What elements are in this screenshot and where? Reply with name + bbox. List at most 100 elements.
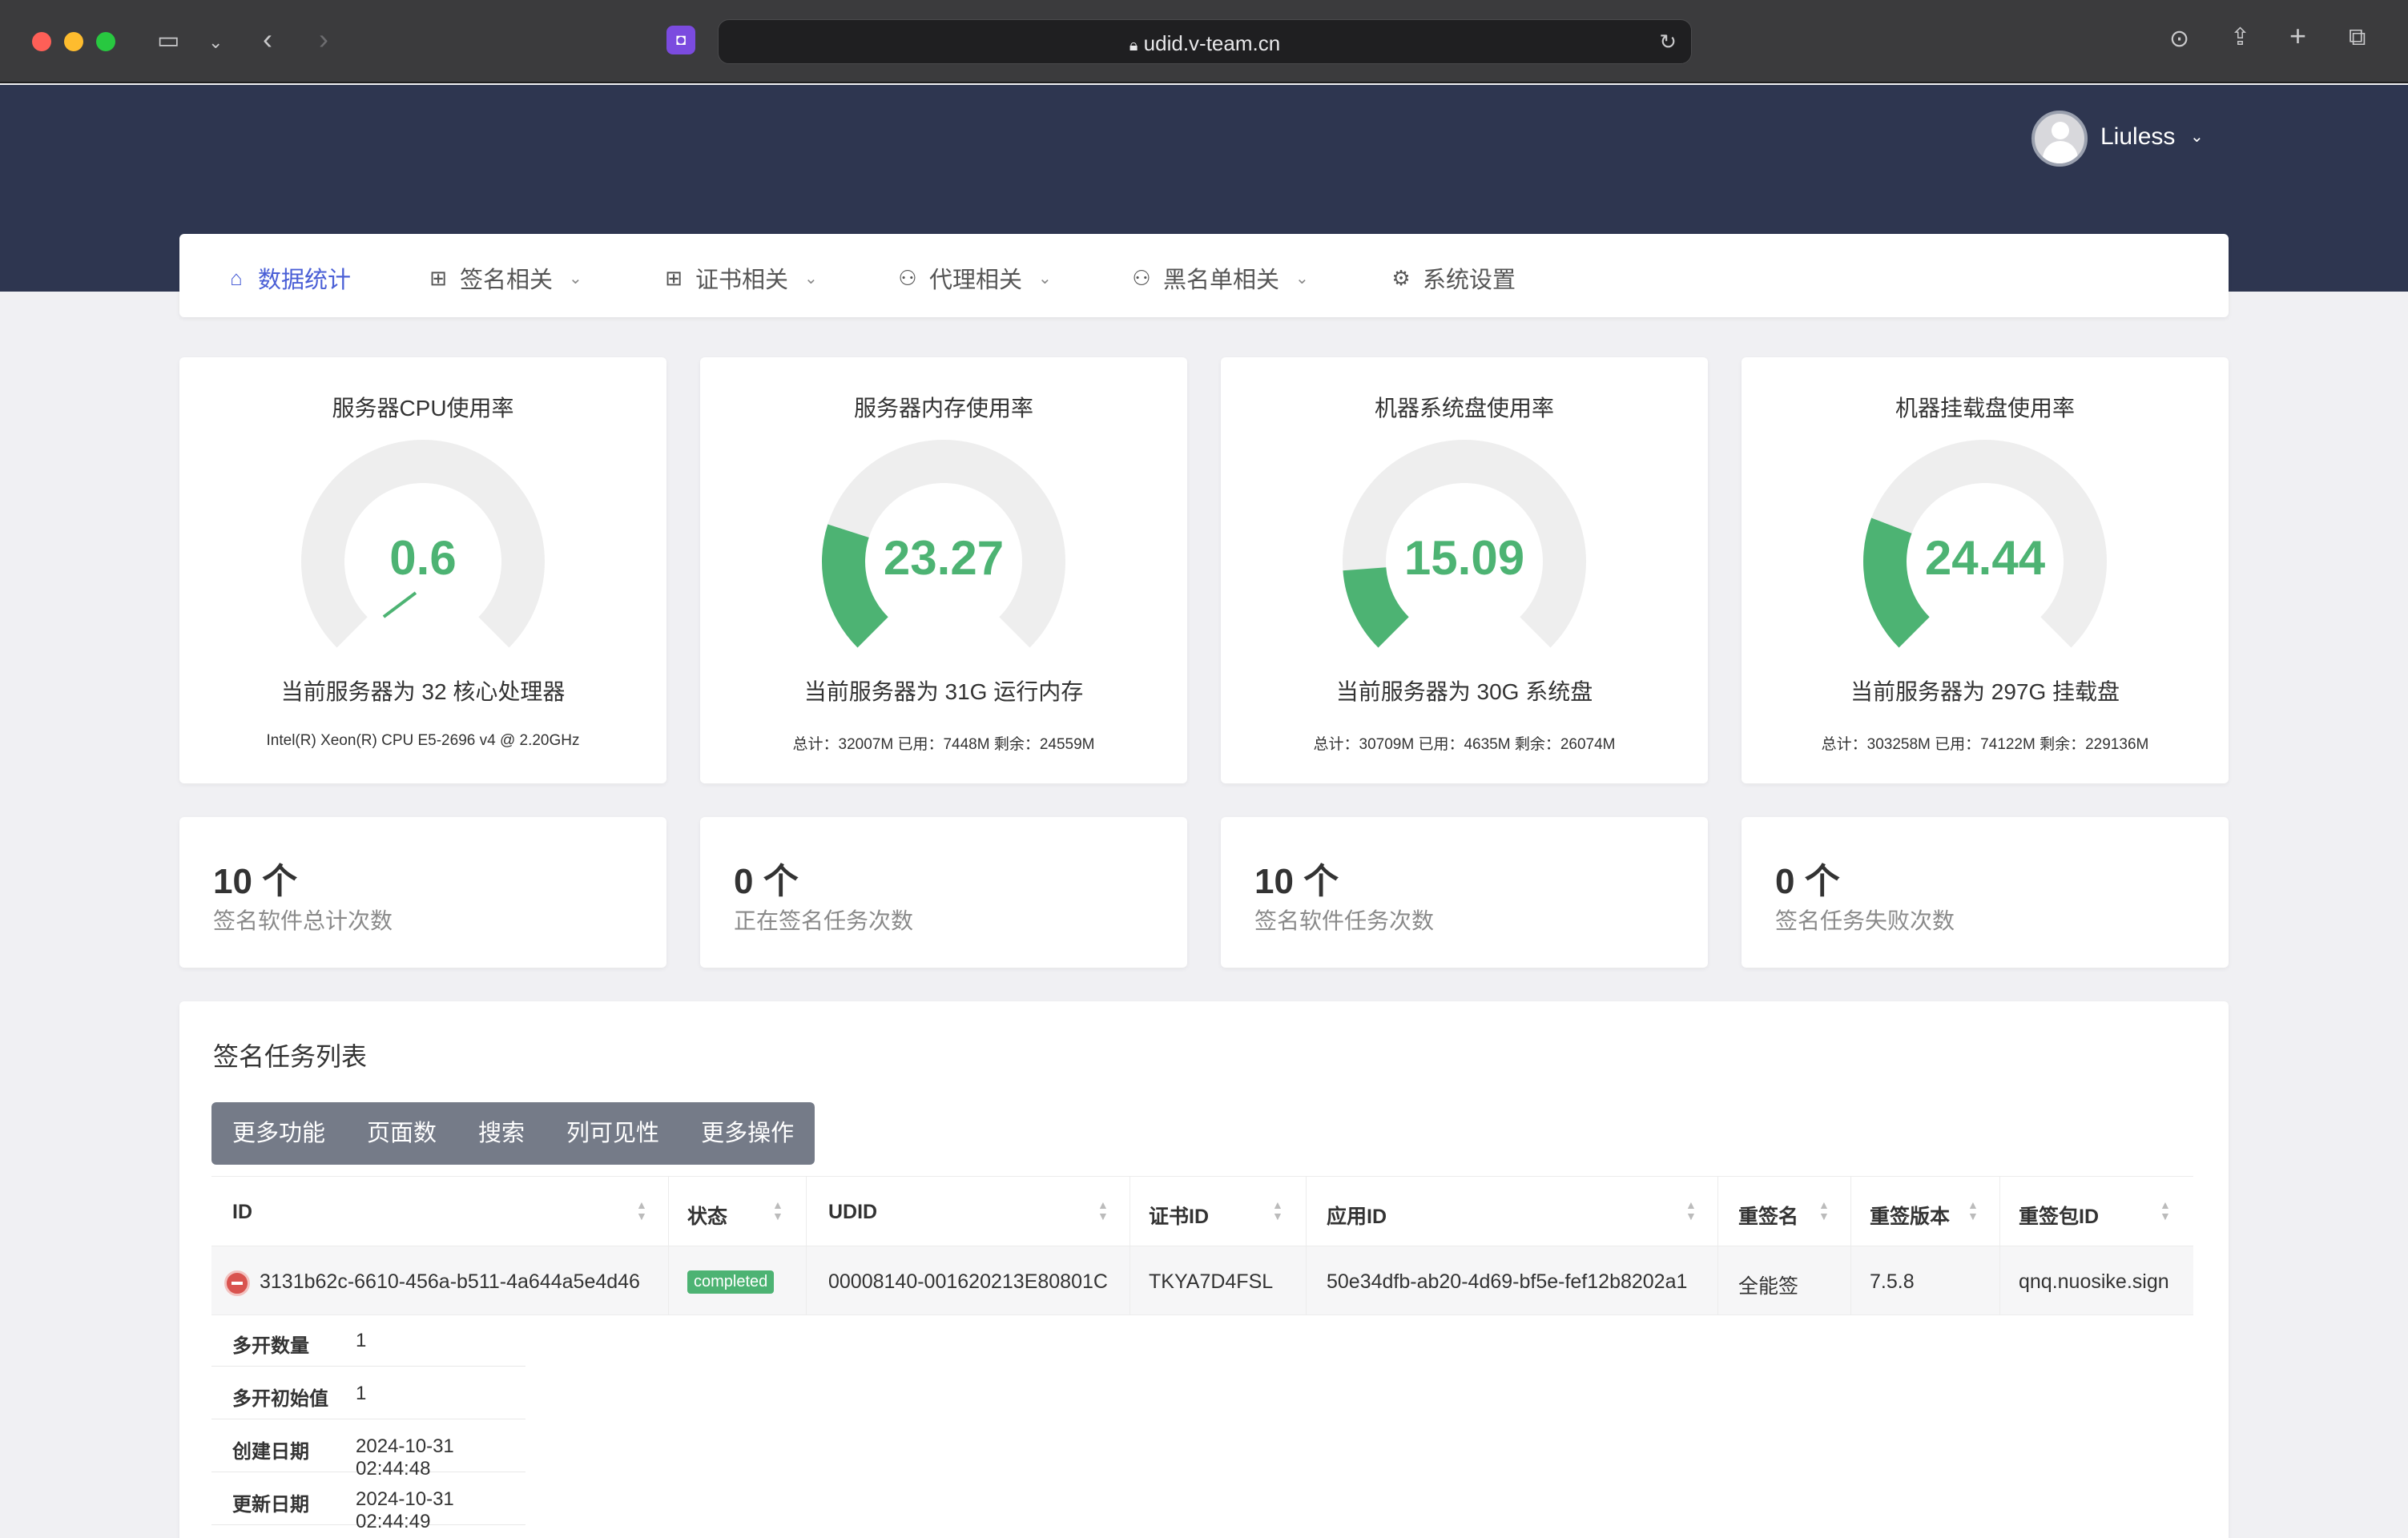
maximize-window-button[interactable] — [96, 32, 115, 51]
lock-icon: 🔒︎ — [1129, 37, 1138, 54]
page-size-button[interactable]: 页面数 — [346, 1102, 457, 1165]
nav-item-dashboard[interactable]: ⌂ 数据统计 — [224, 261, 351, 295]
gauge-description: 当前服务器为 30G 系统盘 — [1335, 679, 1593, 704]
detail-key: 多开初始值 — [232, 1388, 328, 1410]
stat-card-failed-tasks: 0 个 签名任务失败次数 — [1742, 817, 2229, 968]
detail-value: 2024-10-31 02:44:49 — [356, 1488, 454, 1532]
chevron-down-icon[interactable]: ⌄ — [2190, 127, 2204, 147]
gauge-description: 当前服务器为 297G 挂载盘 — [1850, 679, 2120, 704]
stat-label: 签名软件任务次数 — [1254, 908, 1435, 933]
address-bar[interactable]: 🔒︎ udid.v-team.cn ↻ — [718, 19, 1692, 64]
sort-icon[interactable]: ▲ ▼ — [772, 1199, 783, 1222]
url-text: 🔒︎ udid.v-team.cn — [1129, 31, 1281, 55]
back-icon[interactable]: ‹ — [263, 25, 272, 54]
task-list-card: 签名任务列表 更多功能 页面数 搜索 列可见性 更多操作 ID ▲ ▼ 状态 ▲ ▼… — [179, 1001, 2229, 1538]
users-icon: ⚇ — [898, 265, 917, 290]
stat-card-sign-tasks: 10 个 签名软件任务次数 — [1221, 817, 1708, 968]
column-header-udid[interactable]: UDID — [828, 1201, 877, 1224]
sort-icon[interactable]: ▲ ▼ — [1097, 1199, 1109, 1222]
chevron-down-icon[interactable]: ⌄ — [208, 30, 223, 54]
detail-value: 1 — [356, 1330, 367, 1351]
stat-card-signing-now: 0 个 正在签名任务次数 — [700, 817, 1187, 968]
minimize-window-button[interactable] — [64, 32, 83, 51]
column-header-cert-id[interactable]: 证书ID — [1149, 1201, 1209, 1230]
column-header-resign-bundle[interactable]: 重签包ID — [2019, 1201, 2099, 1230]
cell-resign-bundle: qnq.nuosike.sign — [2019, 1270, 2169, 1293]
nav-item-agents[interactable]: ⚇ 代理相关 ⌄ — [896, 261, 1052, 295]
column-header-resign-version[interactable]: 重签版本 — [1870, 1201, 1950, 1230]
grid-icon: ⊞ — [429, 265, 447, 290]
new-tab-icon[interactable]: + — [2289, 22, 2306, 50]
nav-item-signing[interactable]: ⊞ 签名相关 ⌄ — [426, 261, 582, 295]
cell-cert-id: TKYA7D4FSL — [1149, 1270, 1274, 1293]
share-icon[interactable]: ⇪ — [2230, 26, 2250, 50]
table-header: ID ▲ ▼ 状态 ▲ ▼ UDID ▲ ▼ 证书ID ▲ ▼ 应用ID ▲ ▼ 重签名 … — [211, 1176, 2193, 1247]
sort-icon[interactable]: ▲ ▼ — [1967, 1199, 1979, 1222]
username[interactable]: Liuless — [2100, 123, 2175, 151]
stat-label: 签名任务失败次数 — [1775, 908, 1955, 933]
column-header-app-id[interactable]: 应用ID — [1327, 1201, 1387, 1230]
tabs-overview-icon[interactable]: ⧉ — [2349, 26, 2366, 50]
gauge-title: 机器挂载盘使用率 — [1895, 396, 2075, 421]
nav-item-blacklist[interactable]: ⚇ 黑名单相关 ⌄ — [1130, 261, 1308, 295]
table-toolbar: 更多功能 页面数 搜索 列可见性 更多操作 — [211, 1102, 815, 1165]
users-icon: ⚇ — [1132, 265, 1151, 290]
column-visibility-button[interactable]: 列可见性 — [546, 1102, 680, 1165]
close-window-button[interactable] — [32, 32, 51, 51]
gauge-title: 服务器CPU使用率 — [332, 396, 514, 421]
nav-item-label: 数据统计 — [258, 268, 352, 293]
gauge-description: 当前服务器为 31G 运行内存 — [803, 679, 1084, 704]
extension-icon[interactable]: ◘ — [666, 26, 695, 54]
gauge-description: 当前服务器为 32 核心处理器 — [280, 679, 566, 704]
task-table: ID ▲ ▼ 状态 ▲ ▼ UDID ▲ ▼ 证书ID ▲ ▼ 应用ID ▲ ▼ 重签名 … — [211, 1176, 2193, 1315]
status-badge: completed — [687, 1270, 775, 1294]
browser-toolbar: ▭ ⌄ ‹ › ◘ 🔒︎ udid.v-team.cn ↻ ⊙ ⇪ + ⧉ — [0, 0, 2408, 83]
chevron-down-icon: ⌄ — [804, 269, 818, 288]
stat-value: 0 个 — [734, 862, 799, 901]
chevron-down-icon: ⌄ — [1038, 269, 1052, 288]
gauge-card-system-disk: 机器系统盘使用率 15.09 当前服务器为 30G 系统盘 总计：30709M … — [1221, 357, 1708, 783]
column-header-resign-name[interactable]: 重签名 — [1738, 1201, 1798, 1230]
sort-icon[interactable]: ▲ ▼ — [636, 1199, 647, 1222]
search-button[interactable]: 搜索 — [457, 1102, 546, 1165]
cell-resign-name: 全能签 — [1738, 1275, 1799, 1298]
sort-icon[interactable]: ▲ ▼ — [1272, 1199, 1283, 1222]
gauge-detail: 总计：303258M 已用：74122M 剩余：229136M — [1821, 736, 2149, 753]
nav-item-settings[interactable]: ⚙ 系统设置 — [1389, 261, 1516, 295]
download-icon[interactable]: ⊙ — [2169, 27, 2189, 51]
row-details: 多开数量 1 多开初始值 1 创建日期 2024-10-31 02:44:48 … — [211, 1314, 2193, 1532]
nav-item-label: 证书相关 — [695, 268, 789, 293]
more-actions-button[interactable]: 更多操作 — [680, 1102, 815, 1165]
forward-icon[interactable]: › — [319, 25, 328, 54]
sort-icon[interactable]: ▲ ▼ — [1685, 1199, 1697, 1222]
main-nav: ⌂ 数据统计 ⊞ 签名相关 ⌄ ⊞ 证书相关 ⌄ ⚇ 代理相关 ⌄ ⚇ 黑名单相… — [179, 234, 2229, 317]
reload-icon[interactable]: ↻ — [1659, 30, 1677, 54]
nav-item-label: 系统设置 — [1423, 268, 1516, 293]
stat-label: 正在签名任务次数 — [734, 908, 914, 933]
cell-app-id: 50e34dfb-ab20-4d69-bf5e-fef12b8202a1 — [1327, 1270, 1688, 1293]
chevron-down-icon: ⌄ — [569, 269, 582, 288]
gauge-detail: Intel(R) Xeon(R) CPU E5-2696 v4 @ 2.20GH… — [266, 732, 580, 749]
cell-resign-version: 7.5.8 — [1870, 1270, 1915, 1293]
column-header-status[interactable]: 状态 — [687, 1201, 727, 1230]
sort-icon[interactable]: ▲ ▼ — [2160, 1199, 2171, 1222]
detail-row: 更新日期 2024-10-31 02:44:49 — [211, 1472, 525, 1532]
stat-label: 签名软件总计次数 — [213, 908, 393, 933]
collapse-row-icon[interactable] — [224, 1270, 250, 1296]
stat-value: 10 个 — [213, 862, 298, 901]
sidebar-toggle-icon[interactable]: ▭ — [157, 29, 179, 53]
stat-card-total-signs: 10 个 签名软件总计次数 — [179, 817, 666, 968]
task-list-title: 签名任务列表 — [213, 1042, 368, 1071]
home-icon: ⌂ — [230, 265, 243, 290]
avatar[interactable] — [2031, 111, 2088, 167]
more-functions-button[interactable]: 更多功能 — [211, 1102, 346, 1165]
sort-icon[interactable]: ▲ ▼ — [1818, 1199, 1830, 1222]
detail-row: 多开初始值 1 — [211, 1367, 525, 1419]
stat-value: 0 个 — [1775, 862, 1840, 901]
gauge-detail: 总计：30709M 已用：4635M 剩余：26074M — [1313, 736, 1616, 753]
detail-row: 创建日期 2024-10-31 02:44:48 — [211, 1419, 525, 1480]
table-row[interactable]: 3131b62c-6610-456a-b511-4a644a5e4d46 com… — [211, 1246, 2193, 1315]
column-header-id[interactable]: ID — [232, 1201, 252, 1224]
nav-item-certificates[interactable]: ⊞ 证书相关 ⌄ — [662, 261, 818, 295]
gauge-detail: 总计：32007M 已用：7448M 剩余：24559M — [792, 736, 1095, 753]
